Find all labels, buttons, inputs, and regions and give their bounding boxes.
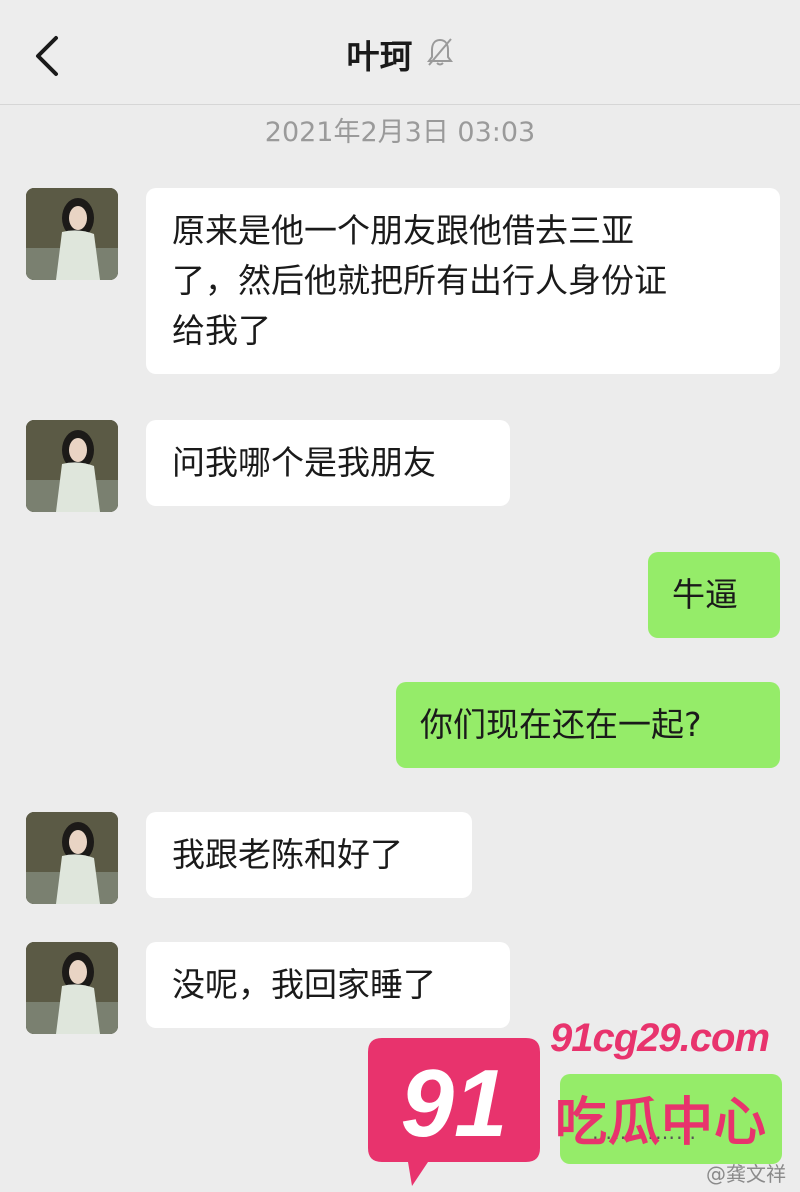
watermark-logo: 91 [368, 1038, 540, 1188]
message-bubble[interactable]: 你们现在还在一起? [396, 682, 780, 768]
contact-avatar[interactable] [26, 420, 118, 512]
message-text: 牛逼 [672, 575, 738, 614]
message-text: 我跟老陈和好了 [172, 835, 403, 874]
contact-name: 叶珂 [346, 37, 413, 76]
watermark-url: 91cg29.com [550, 1016, 770, 1060]
contact-avatar[interactable] [26, 188, 118, 280]
message-text: 问我哪个是我朋友 [172, 443, 436, 482]
message-bubble[interactable]: 没呢，我回家睡了 [146, 942, 510, 1028]
bell-off-icon [426, 37, 454, 71]
message-text: 原来是他一个朋友跟他借去三亚 [172, 211, 634, 250]
watermark-number: 91 [401, 1050, 508, 1157]
message-bubble[interactable]: 牛逼 [648, 552, 780, 638]
weibo-credit: @龚文祥 [706, 1162, 786, 1186]
message-timestamp: 2021年2月3日 03:03 [264, 117, 536, 148]
message-text: 你们现在还在一起? [420, 705, 702, 744]
title-area: 叶珂 [0, 30, 800, 78]
contact-avatar[interactable] [26, 942, 118, 1034]
contact-avatar[interactable] [26, 812, 118, 904]
message-text: 没呢，我回家睡了 [172, 965, 436, 1004]
message-text: 给我了 [172, 311, 271, 350]
message-bubble[interactable]: 原来是他一个朋友跟他借去三亚 了，然后他就把所有出行人身份证 给我了 [146, 188, 780, 374]
message-bubble[interactable]: 我跟老陈和好了 [146, 812, 472, 898]
message-bubble[interactable]: 问我哪个是我朋友 [146, 420, 510, 506]
message-text: 了，然后他就把所有出行人身份证 [172, 261, 667, 300]
watermark-name: 吃瓜中心 [555, 1093, 768, 1153]
chat-header: 叶珂 [0, 0, 800, 105]
